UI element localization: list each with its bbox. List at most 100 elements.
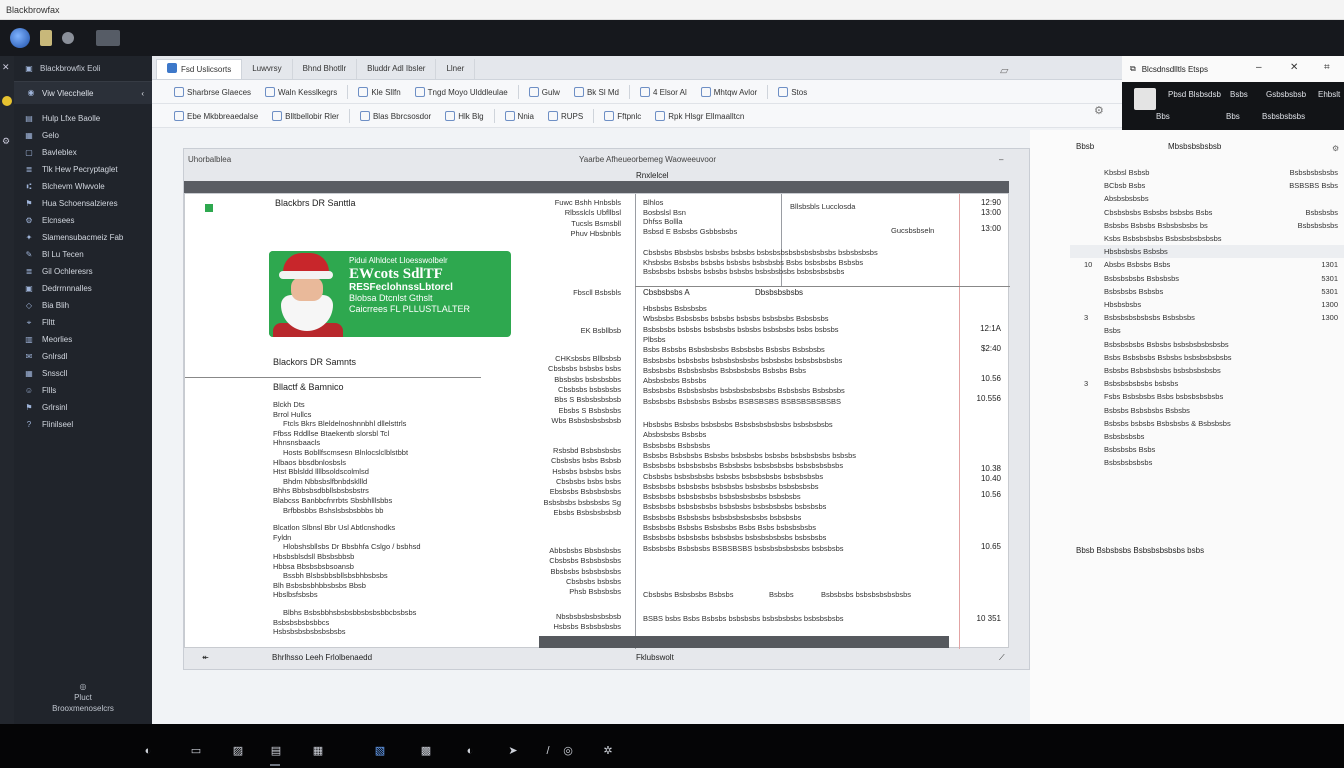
sidebar-header[interactable]: ▣ Blackbrowfix Eoli (14, 56, 152, 82)
ribbon-button[interactable]: Waln Kesslkegrs (261, 85, 341, 99)
sidebar-item[interactable]: ✉ Gnlrsdl (14, 348, 152, 365)
list-item[interactable]: Bsbsbsbs Bsbsbs 5301 (1070, 285, 1344, 298)
grid-icon[interactable]: ▦ (310, 744, 326, 758)
list-item[interactable]: Hbsbsbsbs Bsbsbs (1070, 245, 1344, 259)
list-item[interactable]: Bsbsbs Bsbsbsbsbs bsbsbsbsbsbs (1070, 364, 1344, 377)
list-item[interactable]: Bsbsbs Bsbsbs Bsbsbsbsbs bs Bsbsbsbsbs (1070, 219, 1344, 232)
sidebar-item[interactable]: ▦ Snsscll (14, 365, 152, 382)
ribbon-button[interactable]: Tngd Moyo Ulddleulae (411, 85, 512, 99)
list-item[interactable]: Hbsbsbsbs 1300 (1070, 298, 1344, 311)
close-button[interactable]: ✕ (1290, 62, 1298, 73)
ribbon-button[interactable]: Blltbellobir Rler (268, 109, 343, 123)
tab[interactable]: Fsd Uslicsorts (156, 59, 243, 79)
ribbon-button[interactable]: Ebe Mkbbreaedalse (170, 109, 262, 123)
chat-icon[interactable]: ◐ (140, 744, 156, 758)
photo-icon[interactable]: ▧ (372, 744, 388, 758)
list-item[interactable]: Kbsbsl Bsbsb Bsbsbsbsbsbs (1070, 166, 1344, 179)
list-item[interactable]: Bsbsbsbsbs Bsbsbs bsbsbsbsbsbsbs (1070, 338, 1344, 351)
bookmark-icon[interactable] (40, 30, 52, 46)
ribbon-button[interactable]: Bk Sl Md (570, 85, 623, 99)
ribbon-button[interactable]: Stos (774, 85, 811, 99)
tab-scroll-icon[interactable]: ▱ (1000, 66, 1008, 77)
sidebar-item[interactable]: ✦ Slamensubacmeiz Fab (14, 229, 152, 246)
slash-icon[interactable]: / (540, 744, 556, 758)
ribbon-button[interactable]: Gulw (525, 85, 564, 99)
sidebar-item[interactable]: ▣ Dedrrnnnalles (14, 280, 152, 297)
list-item[interactable]: Bsbs (1070, 324, 1344, 337)
ribbon-button[interactable]: 4 Elsor Al (636, 85, 691, 99)
settings-icon[interactable]: ⚙ (1332, 144, 1339, 154)
settings-icon[interactable]: ⚙ (1094, 106, 1104, 117)
close-icon[interactable]: ✕ (2, 62, 12, 72)
ribbon-button[interactable]: Fftpnlc (600, 109, 645, 123)
sidebar-item[interactable]: ▥ Meorlies (14, 331, 152, 348)
settings-icon[interactable] (62, 32, 74, 44)
ribbon-button[interactable]: Rpk Hlsgr Ellmaalltcn (651, 109, 748, 123)
list-item[interactable]: Cbsbsbsbs Bsbsbs bsbsbs Bsbs Bsbsbsbs (1070, 206, 1344, 219)
list-item[interactable]: Bsbsbsbsbs (1070, 430, 1344, 443)
list-item[interactable]: Bsbsbsbsbsbs (1070, 456, 1344, 469)
ribbon-button[interactable]: Kle Sllfn (354, 85, 404, 99)
sidebar-item[interactable]: ⌖ Flltt (14, 314, 152, 331)
calc-icon[interactable]: ▩ (418, 744, 434, 758)
nav-icon[interactable]: ↞ (202, 653, 209, 663)
minimize-button[interactable]: – (1256, 62, 1262, 73)
list-item[interactable]: Bsbsbs Bsbsbsbs Bsbsbs (1070, 404, 1344, 417)
ribbon-button[interactable]: Blas Bbrcsosdor (356, 109, 435, 123)
file-icon[interactable]: ▭ (188, 744, 204, 758)
sidebar-selected-item[interactable]: ◉ Viw Vlecchelle ‹ (14, 82, 152, 104)
chat-icon[interactable]: ◐ (462, 744, 478, 758)
sidebar-item[interactable]: ▦ Gelo (14, 127, 152, 144)
detail-line: Hosts Bobllfscmsesn Blnlocslclblstbbt (283, 448, 409, 457)
sidebar-item[interactable]: ✎ Bl Lu Tecen (14, 246, 152, 263)
sidebar-item[interactable]: ≣ Gil Ochleresrs (14, 263, 152, 280)
ribbon-button[interactable]: Nnia (501, 109, 538, 123)
bug-icon[interactable]: ✲ (600, 744, 616, 758)
tab[interactable]: Bhnd Bhotllr (293, 59, 358, 79)
disc-icon[interactable]: ◎ (560, 744, 576, 758)
list-item[interactable]: Bsbs Bsbsbsbs Bsbsbs bsbsbsbsbsbs (1070, 351, 1344, 364)
ribbon-button[interactable]: RUPS (544, 109, 587, 123)
image-icon[interactable]: ▨ (230, 744, 246, 758)
sidebar-item[interactable]: ☺ Fllls (14, 382, 152, 399)
globe-icon[interactable] (10, 28, 30, 48)
doc-icon[interactable]: ▤ (268, 744, 284, 758)
list-item[interactable]: Ksbs Bsbsbsbsbs Bsbsbsbsbsbsbs (1070, 232, 1344, 245)
tab[interactable]: Bluddr Adl Ibsler (357, 59, 437, 79)
tab[interactable]: Llner (436, 59, 476, 79)
list-item[interactable]: Bsbsbsbsbs Bsbsbsbs 5301 (1070, 272, 1344, 285)
sidebar-item[interactable]: ≣ Tlk Hew Pecryptaglet (14, 161, 152, 178)
sidebar-item[interactable]: ? Flinilseel (14, 416, 152, 433)
chevron-left-icon[interactable]: ‹ (141, 89, 144, 98)
ribbon-button[interactable]: Mhtqw Avlor (697, 85, 761, 99)
resize-icon[interactable]: ⟋ (999, 653, 1005, 663)
reference-line: Phsb Bsbsbsbs (569, 587, 621, 597)
sidebar-item[interactable]: ⚑ Hua Schoensalzieres (14, 195, 152, 212)
sidebar-item[interactable]: ⚑ Grlrsinl (14, 399, 152, 416)
list-item[interactable]: 3 Bsbsbsbsbsbs bsbsbs (1070, 377, 1344, 390)
gear-icon[interactable]: ⚙ (2, 136, 12, 146)
description-line: Bsbsbsbs bsbsbsbs bsbsbsbs bsbsbsbs bsbs… (643, 481, 819, 491)
list-item[interactable]: Fsbs Bsbsbsbs Bsbs bsbsbsbsbsbs (1070, 390, 1344, 403)
ribbon-button[interactable]: Sharbrse Glaeces (170, 85, 255, 99)
ribbon-button[interactable]: Hlk Blg (441, 109, 487, 123)
sidebar-item[interactable]: ⑆ Blchevm Wlwvole (14, 178, 152, 195)
more-icon[interactable]: ⌗ (1324, 62, 1330, 73)
badge-icon[interactable] (2, 96, 12, 106)
sidebar-item[interactable]: ◇ Bia Blih (14, 297, 152, 314)
list-item[interactable]: 3 Bsbsbsbsbsbsbs Bsbsbsbs 1300 (1070, 311, 1344, 324)
window-icon[interactable] (96, 30, 120, 46)
sidebar-footer[interactable]: ◎ Pluct Brooxmenoselcrs (14, 681, 152, 714)
panel-field: Bbs (1226, 112, 1240, 121)
list-item[interactable]: Bsbsbsbs Bsbs (1070, 443, 1344, 456)
list-item[interactable]: Absbsbsbsbs (1070, 192, 1344, 205)
tab[interactable]: Luwvrsy (242, 59, 293, 79)
sidebar-item[interactable]: ▢ Bavleblex (14, 144, 152, 161)
list-item[interactable]: BCbsb Bsbs BSBSBS Bsbs (1070, 179, 1344, 192)
sidebar-item[interactable]: ⚙ Elcnsees (14, 212, 152, 229)
minimize-icon[interactable]: – (999, 149, 1003, 171)
list-item[interactable]: 10 Absbs Bsbsbs Bsbs 1301 (1070, 258, 1344, 271)
sidebar-item[interactable]: ▤ Hulp Lfxe Baolle (14, 110, 152, 127)
send-icon[interactable]: ➤ (505, 744, 521, 758)
list-item[interactable]: Bsbsbs bsbsbs Bsbsbsbs & Bsbsbsbs (1070, 417, 1344, 430)
